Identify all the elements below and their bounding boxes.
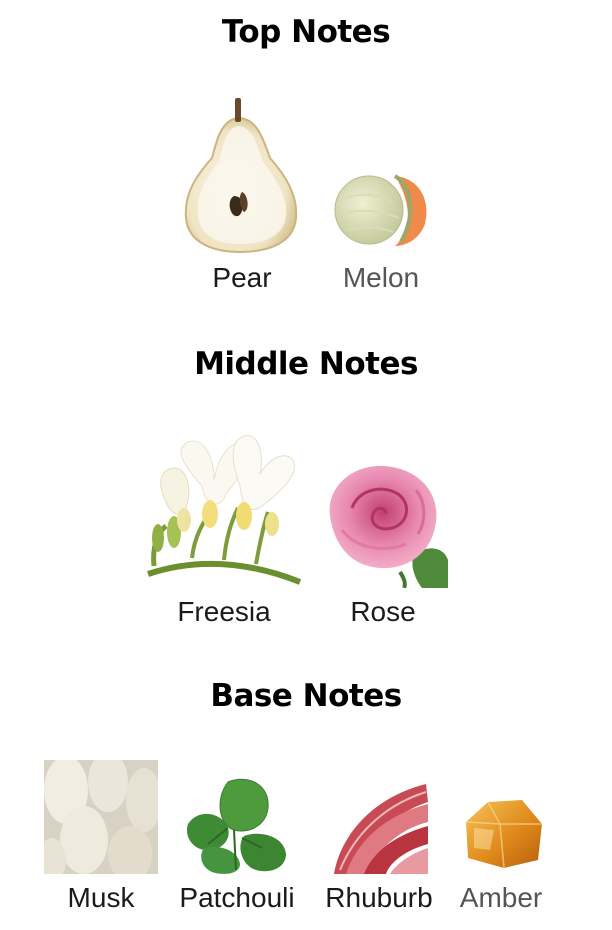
- note-label: Patchouli: [179, 882, 295, 913]
- amber-icon: [460, 798, 544, 868]
- note-label: Freesia: [177, 596, 271, 627]
- note-label: Rhuburb: [325, 882, 433, 913]
- patchouli-icon: [184, 774, 288, 874]
- note-label: Melon: [342, 262, 420, 293]
- base-notes-title: Base Notes: [210, 678, 402, 714]
- pear-icon: [178, 96, 303, 254]
- note-label: Musk: [67, 882, 135, 913]
- rhubarb-icon: [330, 778, 428, 874]
- musk-icon: [44, 760, 158, 874]
- top-notes-title: Top Notes: [221, 14, 391, 50]
- middle-notes-title: Middle Notes: [194, 346, 418, 382]
- rose-icon: [322, 462, 448, 588]
- note-label: Pear: [212, 262, 272, 293]
- freesia-icon: [144, 428, 302, 588]
- melon-icon: [333, 168, 431, 248]
- note-label: Rose: [350, 596, 416, 627]
- note-label: Amber: [459, 882, 543, 913]
